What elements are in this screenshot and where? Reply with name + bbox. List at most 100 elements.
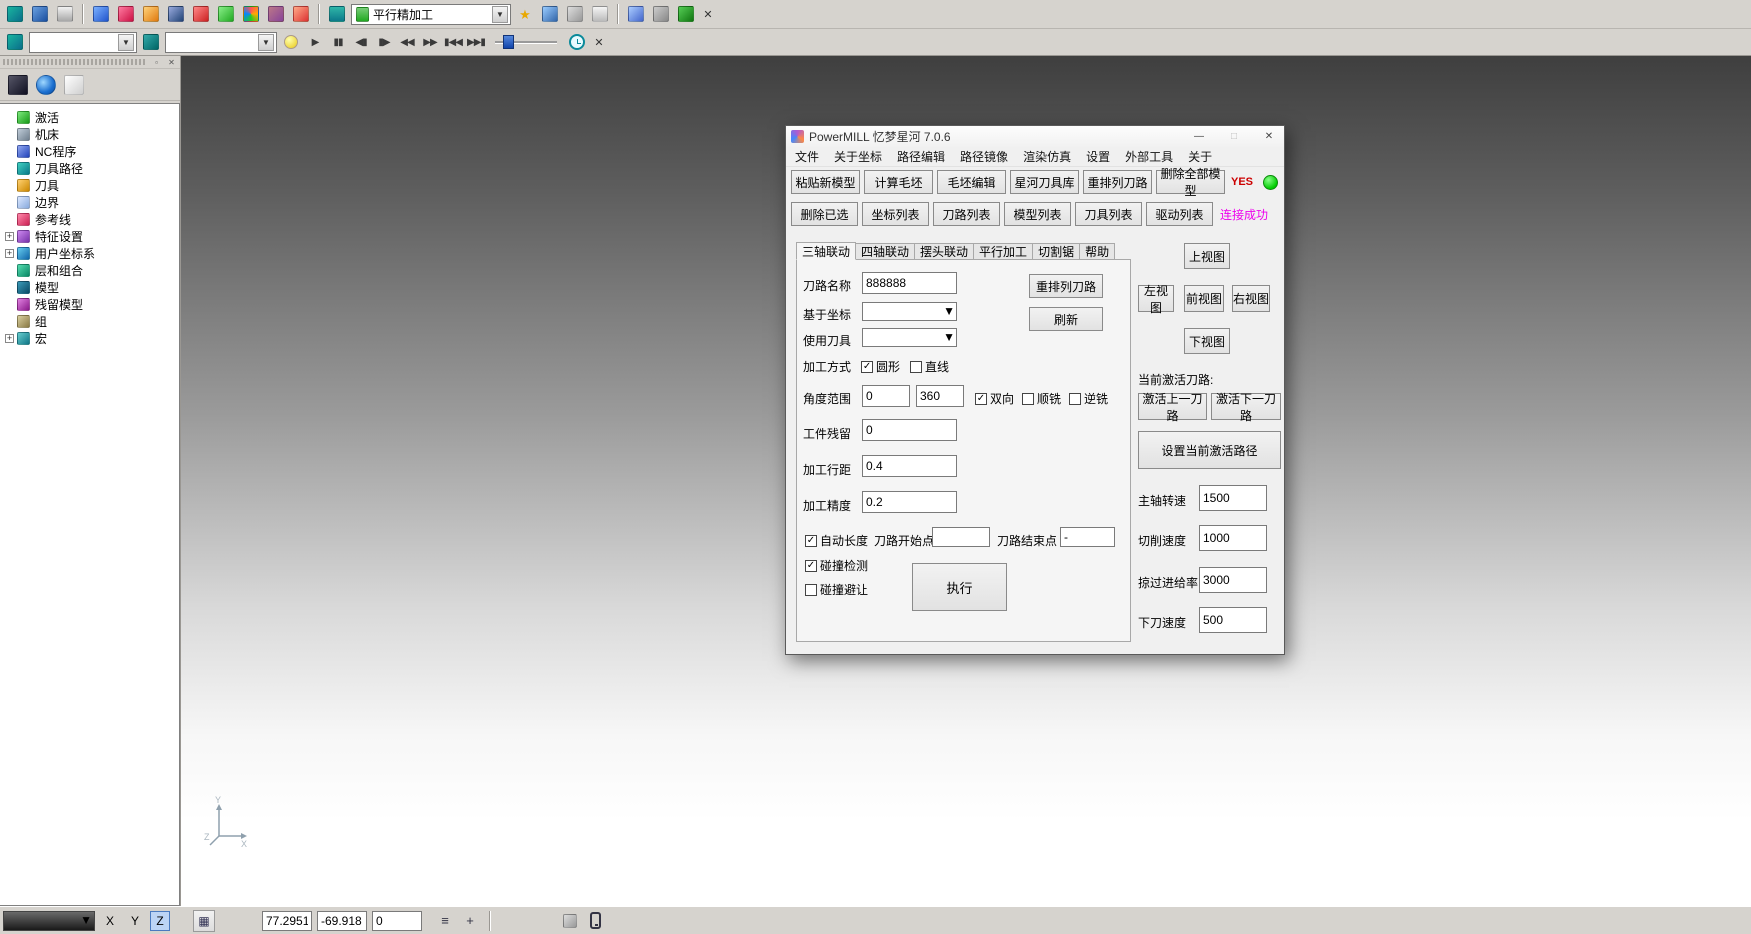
powermill-logo-icon[interactable]	[4, 3, 26, 25]
snap-grid-icon[interactable]	[560, 911, 580, 931]
globe-icon[interactable]	[36, 75, 56, 95]
top-view-button[interactable]: 上视图	[1184, 243, 1230, 269]
tree-item-levels-sets[interactable]: 层和组合	[0, 262, 179, 279]
panel-pin-icon[interactable]: ▫	[151, 58, 162, 67]
bottom-view-button[interactable]: 下视图	[1184, 328, 1230, 354]
menu-coords[interactable]: 关于坐标	[834, 148, 882, 165]
binoculars-icon[interactable]	[675, 3, 697, 25]
menu-settings[interactable]: 设置	[1086, 148, 1110, 165]
tree-item-nc-programs[interactable]: NC程序	[0, 143, 179, 160]
model-list-button[interactable]: 模型列表	[1004, 202, 1071, 226]
grid-toggle-icon[interactable]: ▦	[193, 910, 215, 932]
scissors-icon[interactable]	[650, 3, 672, 25]
minimize-icon[interactable]: —	[1184, 127, 1214, 146]
clock-icon[interactable]	[566, 31, 588, 53]
locate-cursor-icon[interactable]: +	[460, 911, 480, 931]
chevron-down-icon[interactable]: ▼	[492, 6, 508, 23]
auto-length-checkbox[interactable]: ✓ 自动长度	[805, 532, 868, 549]
expander-icon[interactable]: +	[5, 232, 14, 241]
tool-list-button[interactable]: 刀具列表	[1075, 202, 1142, 226]
tree-item-machine[interactable]: 机床	[0, 126, 179, 143]
tree-item-macros[interactable]: + 宏	[0, 330, 179, 347]
front-view-button[interactable]: 前视图	[1184, 285, 1224, 312]
coordinate-y-input[interactable]	[317, 911, 367, 931]
tool-select-icon[interactable]	[140, 31, 162, 53]
close-icon[interactable]: ✕	[1254, 127, 1284, 146]
tool-dropdown[interactable]: ▼	[165, 32, 277, 53]
execute-button[interactable]: 执行	[912, 563, 1007, 611]
draft-pen-icon[interactable]	[165, 3, 187, 25]
menu-about[interactable]: 关于	[1188, 148, 1212, 165]
panel-close-icon[interactable]: ✕	[166, 58, 177, 67]
layers-icon[interactable]	[326, 3, 348, 25]
save-icon[interactable]	[29, 3, 51, 25]
tree-item-workplanes[interactable]: + 用户坐标系	[0, 245, 179, 262]
tool-select[interactable]: ▼	[862, 328, 957, 347]
simulation-toolbar-close-icon[interactable]: ✕	[591, 36, 607, 49]
menu-render-sim[interactable]: 渲染仿真	[1023, 148, 1071, 165]
star-tool-icon[interactable]: ★	[514, 3, 536, 25]
panel-grip[interactable]	[3, 59, 147, 65]
start-point-input[interactable]	[932, 527, 990, 547]
toolpath-name-input[interactable]	[862, 272, 957, 294]
tab-swivel-head[interactable]: 摆头联动	[915, 243, 974, 260]
left-view-button[interactable]: 左视图	[1138, 285, 1174, 312]
refresh-button[interactable]: 刷新	[1029, 307, 1103, 331]
axis-x-button[interactable]: X	[100, 911, 120, 931]
print-icon[interactable]	[54, 3, 76, 25]
slider-handle[interactable]	[503, 35, 514, 49]
angle-to-input[interactable]	[916, 385, 964, 407]
angle-from-input[interactable]	[862, 385, 910, 407]
stats-chart-icon[interactable]	[625, 3, 647, 25]
toolbar-close-icon[interactable]: ✕	[700, 8, 716, 21]
toolpath-select-icon[interactable]	[4, 31, 26, 53]
rewind-icon[interactable]: ◀◀	[397, 32, 417, 52]
gem-icon[interactable]	[240, 3, 262, 25]
tree-item-stock-models[interactable]: 残留模型	[0, 296, 179, 313]
step-back-icon[interactable]: ◀▮	[351, 32, 371, 52]
mode-circle-checkbox[interactable]: ✓ 圆形	[861, 358, 900, 375]
tree-item-toolpaths[interactable]: 刀具路径	[0, 160, 179, 177]
axis-y-button[interactable]: Y	[125, 911, 145, 931]
annotate-pen-icon[interactable]	[190, 3, 212, 25]
lightbulb-icon[interactable]	[280, 31, 302, 53]
toolpath-icon[interactable]	[140, 3, 162, 25]
spindle-speed-input[interactable]	[1199, 485, 1267, 511]
tree-item-models[interactable]: 模型	[0, 279, 179, 296]
delete-selected-button[interactable]: 删除已选	[791, 202, 858, 226]
drive-list-button[interactable]: 驱动列表	[1146, 202, 1213, 226]
workplane-select[interactable]: ▼	[862, 302, 957, 321]
toolpath-list-button[interactable]: 刀路列表	[933, 202, 1000, 226]
rearrange-button[interactable]: 重排列刀路	[1029, 274, 1103, 298]
tool-library-button[interactable]: 星河刀具库	[1010, 170, 1079, 194]
tab-4axis[interactable]: 四轴联动	[856, 243, 915, 260]
menu-path-edit[interactable]: 路径编辑	[897, 148, 945, 165]
end-point-input[interactable]	[1060, 527, 1115, 547]
graph-icon[interactable]	[539, 3, 561, 25]
axis-z-button[interactable]: Z	[150, 911, 170, 931]
dialog-titlebar[interactable]: PowerMILL 忆梦星河 7.0.6 — □ ✕	[786, 126, 1284, 147]
curve-icon[interactable]	[215, 3, 237, 25]
bidirectional-checkbox[interactable]: ✓ 双向	[975, 390, 1014, 407]
hierarchy-icon[interactable]	[8, 75, 28, 95]
toolpath-dropdown[interactable]: ▼	[29, 32, 137, 53]
tree-item-boundaries[interactable]: 边界	[0, 194, 179, 211]
stepover-input[interactable]	[862, 455, 957, 477]
chevron-down-icon[interactable]: ▼	[943, 330, 955, 345]
play-icon[interactable]: ▶	[305, 32, 325, 52]
rearrange-toolpaths-button[interactable]: 重排列刀路	[1083, 170, 1152, 194]
chevron-down-icon[interactable]: ▼	[258, 34, 274, 51]
explorer-caption[interactable]: ▫ ✕	[0, 56, 180, 69]
thickness-input[interactable]	[862, 419, 957, 441]
chevron-down-icon[interactable]: ▼	[943, 304, 955, 319]
coordinate-x-input[interactable]	[262, 911, 312, 931]
tab-parallel[interactable]: 平行加工	[974, 243, 1033, 260]
strategy-preset-dropdown[interactable]: 平行精加工 ▼	[351, 4, 511, 25]
go-end-icon[interactable]: ▶▶▮	[466, 32, 486, 52]
fast-forward-icon[interactable]: ▶▶	[420, 32, 440, 52]
device-icon[interactable]	[585, 911, 605, 931]
tree-item-tools[interactable]: 刀具	[0, 177, 179, 194]
conventional-mill-checkbox[interactable]: 逆铣	[1069, 390, 1108, 407]
list-edit-icon[interactable]: ≡	[435, 911, 455, 931]
expander-icon[interactable]: +	[5, 334, 14, 343]
